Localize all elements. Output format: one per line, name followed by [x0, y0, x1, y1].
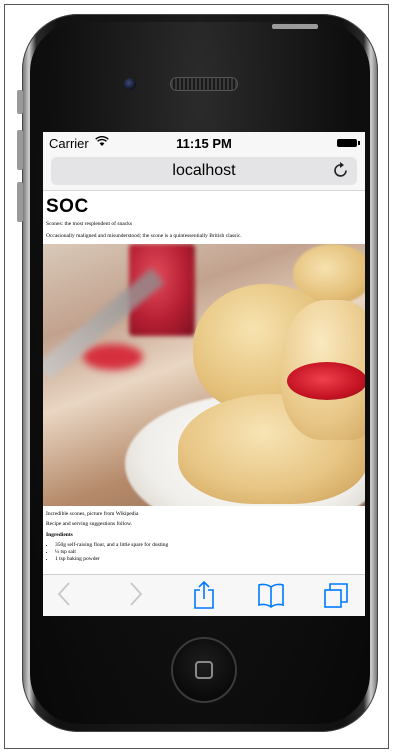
status-bar: Carrier 11:15 PM: [43, 132, 365, 154]
earpiece-speaker: [170, 77, 238, 91]
share-icon[interactable]: [193, 580, 215, 609]
back-icon[interactable]: [57, 581, 71, 614]
reload-icon[interactable]: [333, 161, 349, 184]
status-time: 11:15 PM: [176, 136, 232, 151]
url-field[interactable]: localhost: [51, 157, 357, 185]
list-item: ¼ tsp salt: [55, 549, 362, 555]
jam-smear: [83, 344, 143, 370]
scones-photo: [43, 244, 365, 506]
volume-up-button[interactable]: [17, 130, 23, 170]
browser-toolbar: [43, 574, 365, 616]
ingredients-heading: Ingredients: [46, 532, 73, 538]
recipe-intro: Recipe and serving suggestions follow.: [46, 521, 132, 527]
ingredients-list: 350g self-raising flour, and a little sp…: [46, 542, 362, 562]
mute-switch[interactable]: [17, 90, 23, 114]
home-button[interactable]: [171, 637, 237, 703]
url-text: localhost: [172, 162, 236, 179]
page-title: SOC: [46, 196, 89, 217]
tabs-icon[interactable]: [323, 581, 349, 609]
web-page-content: SOC Scones: the most resplendent of snac…: [43, 190, 365, 574]
address-bar: localhost: [43, 154, 365, 191]
page-subtitle: Scones: the most resplendent of snacks: [46, 221, 132, 227]
forward-icon[interactable]: [129, 581, 143, 614]
list-item: 1 tsp baking powder: [55, 556, 362, 562]
device-screen: Carrier 11:15 PM localhost SOC Scones: t…: [43, 132, 365, 616]
image-caption: Incredible scones, picture from Wikipedi…: [46, 511, 139, 517]
sleep-wake-button[interactable]: [272, 24, 318, 29]
bookmarks-icon[interactable]: [257, 581, 285, 609]
volume-down-button[interactable]: [17, 182, 23, 222]
intro-paragraph: Occasionally maligned and misunderstood;…: [46, 233, 242, 239]
front-camera: [124, 78, 136, 90]
jam-filling: [287, 362, 365, 400]
home-button-square-icon: [195, 661, 213, 679]
battery-icon: [337, 139, 360, 147]
list-item: 350g self-raising flour, and a little sp…: [55, 542, 362, 548]
